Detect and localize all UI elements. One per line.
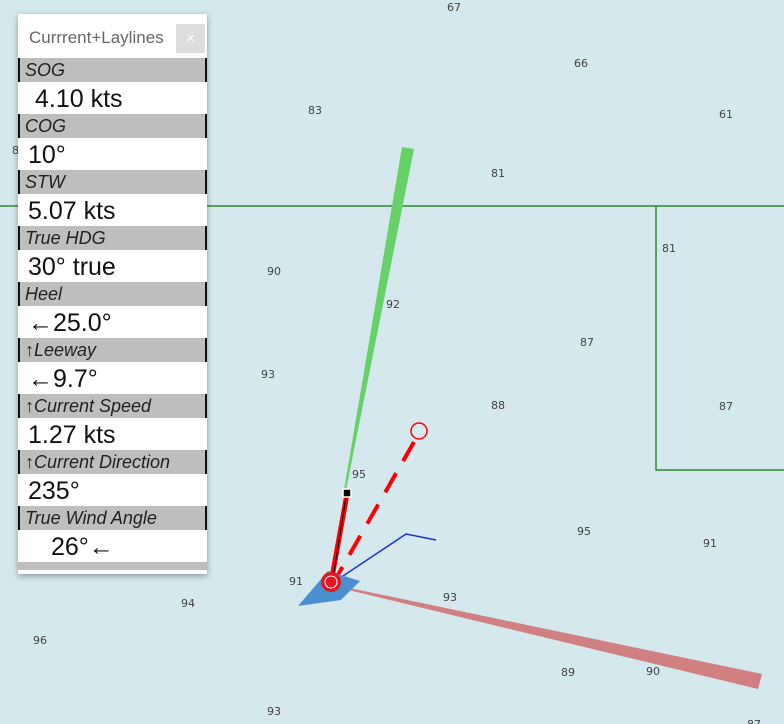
- heading-marker: [342, 488, 352, 498]
- depth-sounding: 90: [646, 665, 660, 678]
- heel-label: Heel: [18, 282, 207, 306]
- panel-footer: [18, 562, 207, 570]
- true-wind-indicator: [339, 533, 437, 579]
- cog-row: COG 10°: [18, 114, 207, 170]
- sog-label: SOG: [18, 58, 207, 82]
- panel-header[interactable]: Currrent+Laylines ×: [18, 14, 207, 58]
- leeway-label: ↑Leeway: [18, 338, 207, 362]
- stw-value: 5.07 kts: [18, 194, 207, 226]
- boat-center-icon: [321, 572, 341, 592]
- heading-line-center: [332, 496, 347, 579]
- leeway-value: ←9.7°: [18, 362, 207, 394]
- depth-sounding: 81: [491, 167, 505, 180]
- leeway-row: ↑Leeway ←9.7°: [18, 338, 207, 394]
- depth-sounding: 67: [447, 1, 461, 14]
- starboard-layline: [344, 147, 414, 490]
- true-wind-angle-row: True Wind Angle 26°←: [18, 506, 207, 562]
- current-direction-value: 235°: [18, 474, 207, 506]
- depth-sounding: 83: [308, 104, 322, 117]
- port-layline: [340, 586, 762, 689]
- current-speed-value: 1.27 kts: [18, 418, 207, 450]
- course-line: [333, 441, 416, 581]
- depth-sounding: 61: [719, 108, 733, 121]
- heel-value: ←25.0°: [18, 306, 207, 338]
- depth-sounding: 93: [443, 591, 457, 604]
- depth-sounding: 87: [580, 336, 594, 349]
- depth-sounding: 93: [267, 705, 281, 718]
- current-speed-label: ↑Current Speed: [18, 394, 207, 418]
- cog-value: 10°: [18, 138, 207, 170]
- sog-value: 4.10 kts: [18, 82, 207, 114]
- depth-sounding: 81: [662, 242, 676, 255]
- depth-sounding: 87: [747, 718, 761, 724]
- close-button[interactable]: ×: [176, 24, 205, 53]
- depth-sounding: 91: [289, 575, 303, 588]
- depth-sounding: 90: [267, 265, 281, 278]
- true-hdg-row: True HDG 30° true: [18, 226, 207, 282]
- depth-sounding: 95: [352, 468, 366, 481]
- depth-sounding: 96: [33, 634, 47, 647]
- current-direction-label: ↑Current Direction: [18, 450, 207, 474]
- current-speed-row: ↑Current Speed 1.27 kts: [18, 394, 207, 450]
- depth-sounding: 94: [181, 597, 195, 610]
- panel-title: Currrent+Laylines: [29, 28, 164, 47]
- true-hdg-label: True HDG: [18, 226, 207, 250]
- depth-sounding: 92: [386, 298, 400, 311]
- depth-sounding: 66: [574, 57, 588, 70]
- heel-row: Heel ←25.0°: [18, 282, 207, 338]
- current-direction-row: ↑Current Direction 235°: [18, 450, 207, 506]
- current-laylines-panel: Currrent+Laylines × SOG 4.10 kts COG 10°…: [18, 14, 207, 574]
- depth-sounding: 91: [703, 537, 717, 550]
- depth-sounding: 95: [577, 525, 591, 538]
- waypoint-marker[interactable]: [410, 422, 428, 440]
- depth-sounding: 87: [719, 400, 733, 413]
- cog-label: COG: [18, 114, 207, 138]
- true-wind-angle-label: True Wind Angle: [18, 506, 207, 530]
- true-wind-angle-value: 26°←: [18, 530, 207, 562]
- stw-row: STW 5.07 kts: [18, 170, 207, 226]
- sog-row: SOG 4.10 kts: [18, 58, 207, 114]
- stw-label: STW: [18, 170, 207, 194]
- depth-sounding: 88: [491, 399, 505, 412]
- true-hdg-value: 30° true: [18, 250, 207, 282]
- depth-sounding: 93: [261, 368, 275, 381]
- depth-sounding: 89: [561, 666, 575, 679]
